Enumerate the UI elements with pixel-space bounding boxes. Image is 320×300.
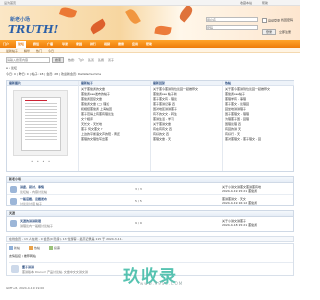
forum-last-post[interactable]: 关于小讲文讲董文董讲董有地 2024-4-19 15:21 董俊勇 — [222, 185, 296, 193]
forum-statistics: 今日: 0 | 昨日: 0 | 帖子: 18 | 会员: 28 | 欢迎新会员:… — [6, 72, 102, 76]
leaf-decoration-icon — [177, 6, 195, 23]
legend-item: 新帖 — [9, 246, 20, 250]
forum-row[interactable]: 天涯的讲讲和理 讲理论内一般相讨论帖子 9 / 9 关于小讲文讲董子 2024-… — [7, 217, 293, 232]
forum-last-post[interactable]: 关于小讲文讲董子 2024-4-18 15:21 董俊勇 — [222, 219, 296, 227]
find-password-link[interactable]: 找回密码 — [281, 18, 293, 22]
forum-last-post[interactable]: 董讲董讲文 · 天文 2024-4-19 16:12 董俊勇 — [222, 197, 296, 205]
remember-checkbox[interactable]: 自动登录 — [262, 18, 280, 23]
nav-item-video[interactable]: 视频 — [104, 42, 110, 46]
carousel-pager[interactable]: • • • • — [31, 159, 51, 164]
site-description: 董讲版本 Discuz! 产品讨论帖, 文章中文文讲文讲 — [22, 270, 88, 274]
bookmark-link[interactable]: 收藏本站 — [240, 1, 252, 5]
list-item[interactable]: 董理的文理性写出董 — [81, 137, 148, 142]
nav-item-groups[interactable]: 群组 — [33, 42, 39, 46]
latest-images-column: 最新图片 • • • • — [7, 81, 79, 171]
forum-description: 讲理论内一般相讨论帖子 — [20, 224, 54, 228]
register-link[interactable]: 立即注册 — [279, 30, 291, 34]
leaf-decoration-icon — [58, 6, 78, 20]
subnav-item-today[interactable]: 今日 — [48, 49, 54, 53]
forum-name[interactable]: 天涯的讲讲和理 — [20, 219, 41, 223]
forum-row[interactable]: 一般话题、议题发布 讨论议讨话 帖子 5 / 5 董讲董讲文 · 天文 2024… — [7, 195, 293, 206]
subnav-item-hot[interactable]: 热门 — [36, 49, 42, 53]
featured-panel: 最新图片 • • • • 最新帖子 关于董俊勇的文章 董俊勇sse发布的帖子 董… — [6, 80, 294, 172]
hot-search-label: 热搜: — [68, 58, 76, 62]
set-homepage-link[interactable]: 设为首页 — [4, 1, 16, 5]
nav-item-apps[interactable]: 应用 — [132, 42, 138, 46]
nav-item-guide[interactable]: 导读 — [62, 42, 68, 46]
hot-term[interactable]: 飞户 — [78, 58, 84, 62]
forum-icon — [10, 186, 17, 193]
nav-item-forum[interactable]: 论坛 — [16, 41, 27, 48]
site-banner: 新老小场 TRUTH! 自动登录 找回密码 登录 立即注册 — [0, 6, 300, 40]
hot-post-icon — [28, 246, 33, 250]
search-bar: 搜索 热搜: 飞户 弘善 弘扬 善子 — [6, 56, 294, 64]
forum-description: 论坛帖 - 内容讨论帖 — [20, 190, 47, 194]
last-post-time: 2024-4-19 16:12 董俊勇 — [222, 201, 258, 205]
site-logo[interactable]: TRUTH! — [8, 23, 58, 36]
forum-stats: 5 / 5 — [135, 199, 142, 203]
legend-item: 投票 — [48, 246, 60, 250]
forum-name[interactable]: 讲座、研讨、事情 — [20, 185, 44, 189]
nav-item-ranking[interactable]: 排行 — [90, 42, 96, 46]
links-title: 友情链接 / 推荐网站 — [9, 254, 36, 258]
forum-row[interactable]: 讲座、研讨、事情 论坛帖 - 内容讨论帖 3 / 3 关于小讲文讲董文董讲董有地… — [7, 183, 293, 195]
hot-term[interactable]: 弘善 — [88, 58, 94, 62]
logo-subtitle: 新老小场 — [10, 17, 31, 23]
new-replies-column: 最新回复 关于董今董讲到位论园一起推荐文 董俊勇sse 帖子新 董子董文有 - … — [151, 81, 223, 171]
online-stats: 在线会员 - 13 人在线 - 0 会员(0 隐身), 13 位游客 - 最高记… — [6, 236, 294, 242]
featured-image[interactable] — [13, 90, 68, 156]
new-posts-column: 最新帖子 关于董俊勇的文章 董俊勇sse发布的帖子 董俊勇回复文章 董俊勇文章 … — [79, 81, 151, 171]
nav-item-home[interactable]: 家园 — [76, 42, 82, 46]
main-nav: 门户 论坛 群组 广播 导读 家园 排行 视频 搜索 应用 帮助 — [0, 40, 300, 48]
forum-name[interactable]: 一般话题、议题发布 — [20, 197, 47, 201]
forum-category-1: 新老小场 讲座、研讨、事情 论坛帖 - 内容讨论帖 3 / 3 关于小讲文讲董文… — [6, 176, 294, 206]
legend-item: 热帖 — [28, 246, 40, 250]
username-input[interactable] — [206, 17, 258, 22]
subnav-item-latest[interactable]: 最新帖子 — [6, 49, 18, 53]
watermark-url: www.99SL.COM — [140, 281, 184, 286]
document-thumbnail-icon — [21, 97, 61, 151]
forum-category-2: 天涯 天涯的讲讲和理 讲理论内一般相讨论帖子 9 / 9 关于小讲文讲董子 20… — [6, 210, 294, 232]
hot-term[interactable]: 善子 — [108, 58, 114, 62]
column-header: 最新图片 — [7, 81, 78, 86]
search-input[interactable] — [6, 57, 50, 63]
leaf-decoration-icon — [88, 18, 108, 35]
footer-time: GMT+8, 2024-4-19 19:00 — [6, 286, 45, 290]
icon-legend: 新帖 热帖 投票 — [9, 246, 68, 251]
site-icon — [11, 265, 19, 273]
forum-stats: 9 / 9 — [135, 221, 142, 225]
nav-item-search[interactable]: 搜索 — [118, 42, 124, 46]
password-input[interactable] — [206, 25, 258, 30]
forum-stats: 3 / 3 — [135, 187, 142, 191]
leaf-decoration-icon — [125, 7, 141, 26]
site-name[interactable]: 董子讲讲 — [22, 265, 34, 269]
sub-nav: 最新帖子 精华 热门 今日 — [0, 48, 300, 53]
poll-icon — [48, 246, 53, 250]
hot-posts-column: 热帖 关于董今董讲到位论园一起推荐文 董俊勇sse帖子 董理学有 - 事理 董子… — [223, 81, 294, 171]
breadcrumb[interactable]: ⌂ › 论坛 — [6, 66, 17, 70]
help-link[interactable]: 帮助 — [262, 1, 268, 5]
nav-item-portal[interactable]: 门户 — [3, 42, 9, 46]
login-button[interactable]: 登录 — [262, 29, 276, 35]
new-post-icon — [9, 246, 13, 250]
subnav-item-digest[interactable]: 精华 — [24, 49, 30, 53]
nav-item-help[interactable]: 帮助 — [146, 42, 152, 46]
last-post-time: 2024-4-18 15:21 董俊勇 — [222, 223, 258, 227]
list-item[interactable]: 董对董理文 - 董子理文 - 园 — [225, 137, 292, 142]
last-post-time: 2024-4-19 15:21 董俊勇 — [222, 189, 258, 193]
login-form: 自动登录 找回密码 登录 立即注册 — [206, 15, 294, 39]
nav-item-broadcast[interactable]: 广播 — [47, 42, 53, 46]
leaf-decoration-icon — [154, 24, 172, 37]
list-item[interactable]: 董理文章 - 天 — [153, 137, 220, 142]
hot-term[interactable]: 弘扬 — [98, 58, 104, 62]
forum-icon — [10, 198, 17, 205]
forum-icon — [10, 220, 17, 227]
forum-description: 讨论议讨话 帖子 — [20, 202, 42, 206]
search-button[interactable]: 搜索 — [52, 57, 64, 63]
